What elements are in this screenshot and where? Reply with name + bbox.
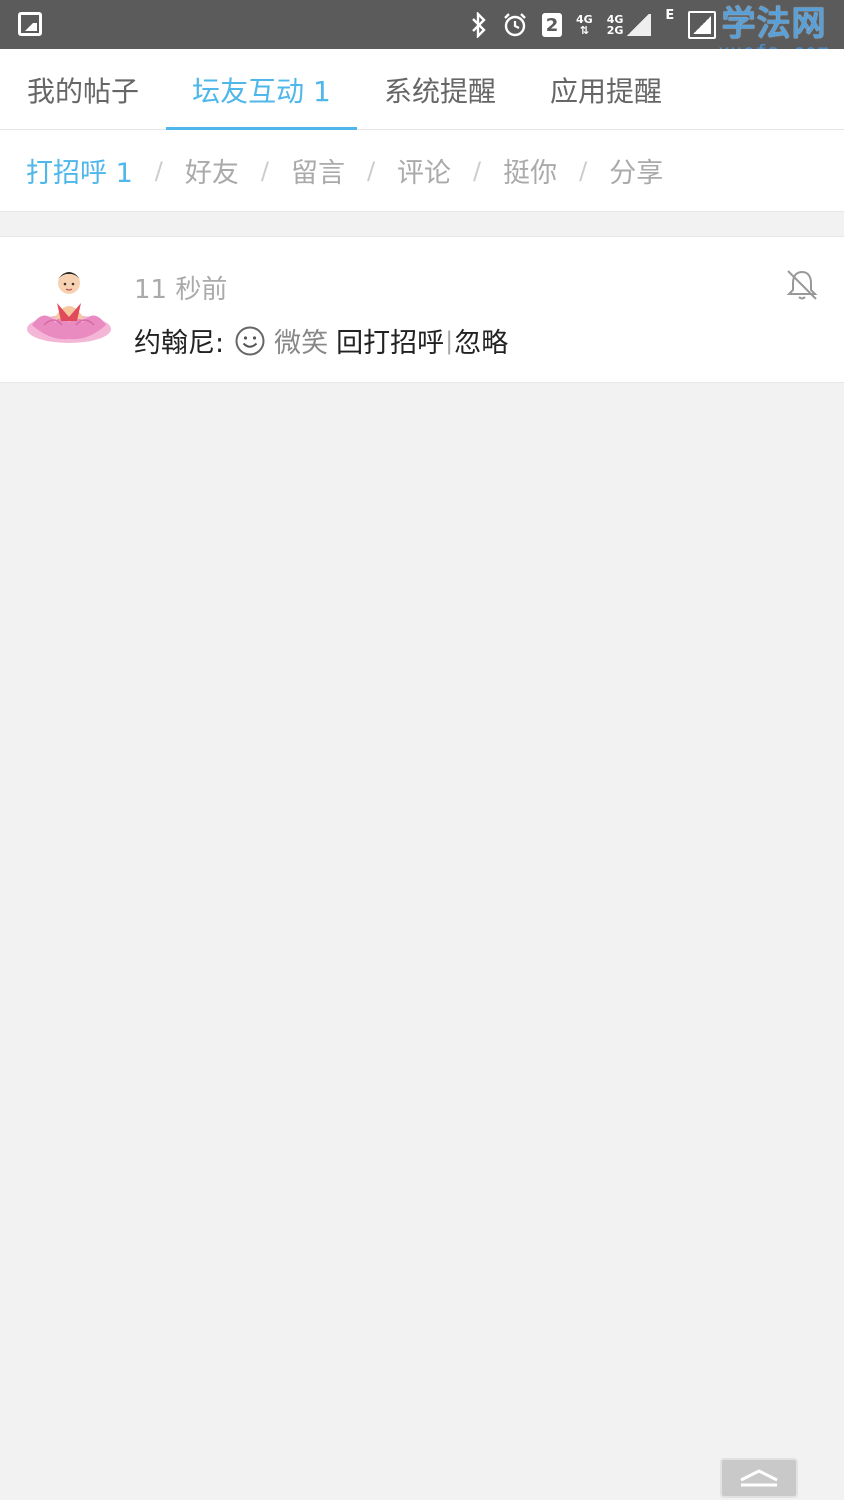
4g-2g-signal-icon: 4G 2G bbox=[607, 14, 652, 36]
tab-my-posts[interactable]: 我的帖子 bbox=[0, 49, 166, 130]
signal-bars-icon bbox=[625, 14, 652, 36]
reply-greeting-link[interactable]: 回打招呼 bbox=[336, 321, 444, 360]
subtab-separator: / bbox=[260, 156, 269, 185]
time-ago: 11 秒前 bbox=[134, 275, 228, 305]
ignore-link[interactable]: 忽略 bbox=[454, 321, 508, 360]
image-icon bbox=[18, 12, 42, 36]
avatar[interactable] bbox=[24, 259, 114, 349]
tab-system-reminders[interactable]: 系统提醒 bbox=[357, 49, 523, 130]
sub-tabs: 打招呼 1 / 好友 / 留言 / 评论 / 挺你 / 分享 bbox=[0, 130, 844, 212]
notification-item: 11 秒前 约翰尼: 微笑 回打招呼 | 忽略 bbox=[0, 236, 844, 383]
alarm-icon bbox=[504, 13, 526, 37]
subtab-messages[interactable]: 留言 bbox=[291, 151, 345, 190]
tab-forum-interaction[interactable]: 坛友互动 1 bbox=[166, 49, 357, 130]
subtab-separator: / bbox=[366, 156, 376, 185]
subtab-separator: / bbox=[473, 156, 482, 185]
subtab-comments[interactable]: 评论 bbox=[397, 151, 451, 190]
status-bar: 2 4G ⇅ 4G 2G E 学法网 xuefa.com bbox=[0, 0, 844, 62]
tab-app-reminders[interactable]: 应用提醒 bbox=[523, 49, 689, 130]
watermark-cn: 学法网 bbox=[721, 4, 827, 44]
subtab-separator: / bbox=[579, 156, 588, 185]
scroll-to-top-button[interactable] bbox=[720, 1458, 798, 1498]
chevron-up-icon bbox=[740, 1469, 778, 1487]
net2-bottom: 2G bbox=[606, 24, 624, 37]
signal-icon bbox=[688, 11, 717, 39]
tab-label: 我的帖子 bbox=[26, 74, 139, 108]
sim-2-icon: 2 bbox=[542, 13, 562, 37]
emoji-label: 微笑 bbox=[274, 328, 329, 359]
action-divider: | bbox=[445, 326, 454, 355]
bluetooth-icon bbox=[472, 12, 486, 38]
subtab-separator: / bbox=[154, 156, 163, 185]
notification-message: 约翰尼: 微笑 回打招呼 | 忽略 bbox=[134, 321, 508, 360]
e-icon: E bbox=[665, 8, 675, 23]
bell-off-icon[interactable] bbox=[784, 267, 820, 303]
tab-label: 应用提醒 bbox=[549, 74, 662, 108]
4g-icon: 4G ⇅ bbox=[576, 14, 593, 36]
smile-icon bbox=[235, 326, 265, 355]
subtab-support[interactable]: 挺你 bbox=[503, 151, 557, 190]
net1-bottom: ⇅ bbox=[579, 24, 589, 37]
sender-name[interactable]: 约翰尼: bbox=[134, 321, 224, 360]
main-tabs: 我的帖子 坛友互动 1 系统提醒 应用提醒 bbox=[0, 49, 844, 130]
tab-label: 系统提醒 bbox=[383, 74, 496, 108]
subtab-friends[interactable]: 好友 bbox=[185, 151, 239, 190]
status-icons: 2 4G ⇅ 4G 2G E bbox=[470, 8, 717, 42]
subtab-share[interactable]: 分享 bbox=[609, 151, 663, 190]
subtab-greetings[interactable]: 打招呼 1 bbox=[26, 151, 133, 190]
tab-label: 坛友互动 1 bbox=[192, 74, 331, 108]
